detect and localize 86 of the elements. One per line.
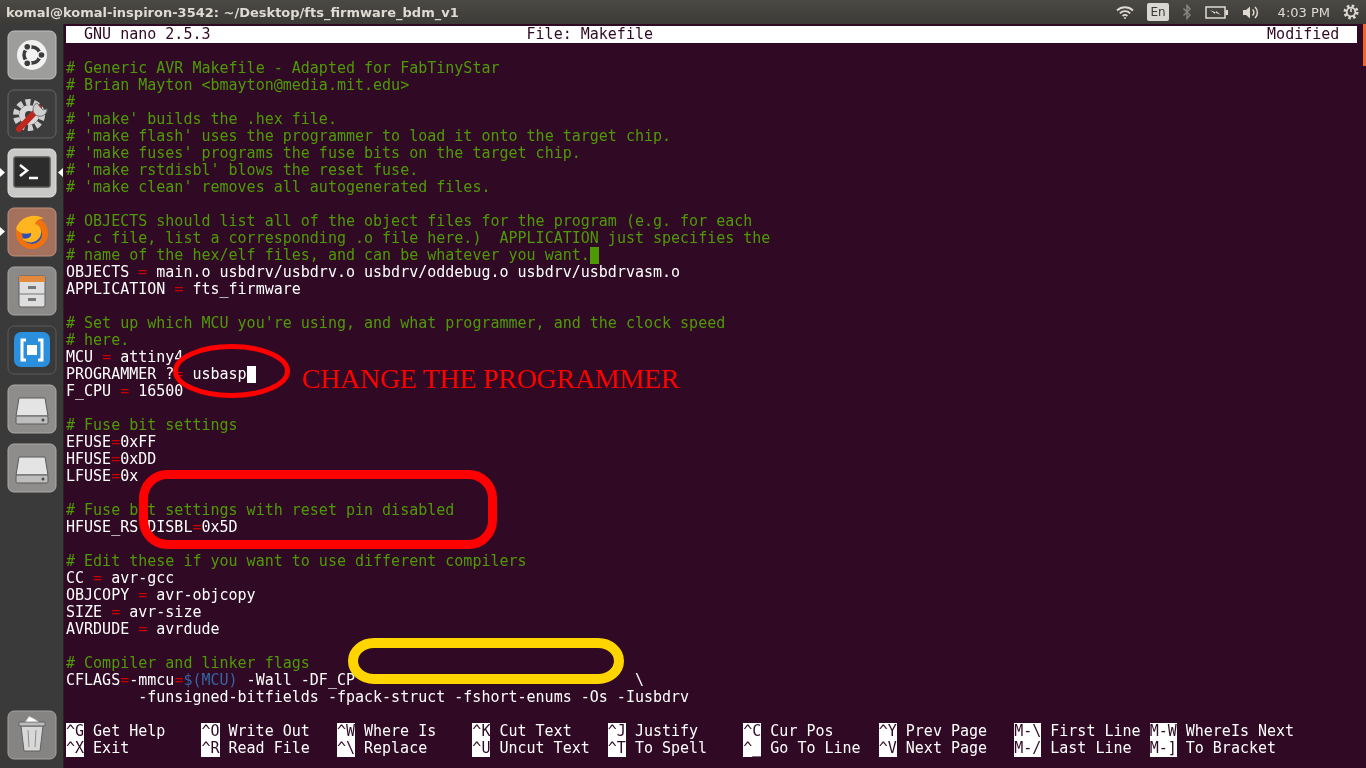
- terminal-icon[interactable]: [6, 148, 57, 198]
- code-line: APPLICATION = fts_firmware: [66, 280, 301, 298]
- shortcut-label: Write Out: [228, 722, 310, 740]
- shortcut-key: ^C: [743, 722, 762, 740]
- code-line: OBJECTS = main.o usbdrv/usbdrv.o usbdrv/oddebug.o usbdrv/usbdrvasm.o: [66, 263, 681, 281]
- code-comment: # 'make rstdisbl' blows the reset fuse.: [66, 161, 419, 179]
- file-name: File: Makefile: [526, 25, 653, 43]
- shortcut-label: Cur Pos: [770, 722, 834, 740]
- globe-icon[interactable]: [6, 207, 57, 257]
- shortcut-key: M-\: [1014, 722, 1042, 740]
- code-line: F_CPU = 16500: [66, 382, 184, 400]
- code-comment: # here.: [66, 331, 130, 349]
- code-line: CC = avr-gcc: [66, 569, 175, 587]
- shortcut-label: Exit: [93, 739, 130, 757]
- shortcut-key: ^G: [66, 722, 85, 740]
- code-line: SIZE = avr-size: [66, 603, 202, 621]
- gear-icon[interactable]: [1343, 4, 1359, 20]
- modified-status: Modified: [1267, 25, 1340, 43]
- clock-time[interactable]: 4:03 PM: [1277, 4, 1330, 20]
- code-comment: # OBJECTS should list all of the object files for the program (e.g. for each: [66, 212, 753, 230]
- disk-drive-icon[interactable]: [6, 384, 57, 434]
- shortcut-label: To Bracket: [1185, 739, 1277, 757]
- code-comment: # 'make clean' removes all autogenerated files.: [66, 178, 491, 196]
- shortcut-label: To Spell: [634, 739, 708, 757]
- file-cabinet-icon[interactable]: [6, 266, 57, 316]
- code-comment: # Compiler and linker flags: [66, 654, 310, 672]
- code-comment: # Generic AVR Makefile - Adapted for FabTinyStar: [66, 59, 500, 77]
- shortcut-key: ^J: [607, 722, 626, 740]
- battery-charging-icon[interactable]: [1204, 5, 1229, 19]
- code-comment: # Brian Mayton <bmayton@media.mit.edu>: [66, 76, 410, 94]
- shortcut-label: WhereIs Next: [1185, 722, 1295, 740]
- shortcut-label: Last Line: [1050, 739, 1132, 757]
- ring-logo-icon[interactable]: [6, 30, 57, 80]
- whitespace-marker-icon: [589, 246, 599, 264]
- code-comment: # .c file, list a corresponding .o file here.) APPLICATION just specifies the: [66, 229, 771, 247]
- code-line: LFUSE=0x: [66, 467, 139, 485]
- shortcut-label: Where Is: [364, 722, 437, 740]
- shortcut-label: Replace: [364, 739, 428, 757]
- bracket-square-icon[interactable]: [6, 325, 57, 375]
- wifi-icon[interactable]: [1116, 5, 1135, 19]
- code-comment: # Fuse b: [66, 501, 139, 519]
- code-line: HFUSE_RS: [66, 518, 139, 536]
- code-comment: # Edit these if you want to use different compilers: [66, 552, 527, 570]
- shortcut-label: Uncut Text: [499, 739, 590, 757]
- shortcut-key: ^K: [472, 722, 491, 740]
- shortcut-key: ^W: [336, 722, 355, 740]
- shortcut-label: Cut Text: [499, 722, 572, 740]
- shortcut-key: ^Y: [878, 722, 897, 740]
- code-comment: # 'make fuses' programs the fuse bits on the target chip.: [66, 144, 581, 162]
- code-comment: t settings with reset pin disabled: [147, 501, 455, 519]
- code-comment: # 'make flash' uses the programmer to load it onto the target chip.: [66, 127, 672, 145]
- code-line: -funsigned-bitfields -fpack-struct -fshort-enums -Os -Iusbdrv: [138, 688, 690, 706]
- code-line: MCU = attiny4: [66, 348, 184, 366]
- code-line: EFUSE=0xFF: [66, 433, 157, 451]
- code-line: HFUSE=0xDD: [66, 450, 157, 468]
- keyboard-layout-indicator[interactable]: En: [1147, 3, 1169, 21]
- code-line: \: [634, 671, 644, 689]
- shortcut-key: ^O: [201, 722, 220, 740]
- trash-icon[interactable]: [6, 710, 57, 760]
- disk-drive-icon[interactable]: [6, 443, 57, 493]
- code-comment: # Fuse bit settings: [66, 416, 238, 434]
- annotation-text: CHANGE THE PROGRAMMER: [302, 364, 680, 393]
- shortcut-key: ^\: [336, 739, 355, 757]
- shortcut-label: First Line: [1050, 722, 1141, 740]
- shortcut-key: ^V: [878, 739, 897, 757]
- editor-version: GNU nano 2.5.3: [84, 25, 212, 43]
- code-comment: #: [66, 93, 76, 111]
- shortcut-key: M-W: [1149, 722, 1177, 740]
- shortcut-label: Go To Line: [770, 739, 861, 757]
- code-line: DISBL=0x5D: [147, 518, 238, 536]
- code-comment: # Set up which MCU you're using, and what programmer, and the clock speed: [66, 314, 726, 332]
- code-line: AVRDUDE = avrdude: [66, 620, 220, 638]
- code-line: OBJCOPY = avr-objcopy: [66, 586, 256, 604]
- wrench-gear-icon[interactable]: [6, 89, 57, 139]
- code-line: CFLAGS=-mmcu=$(MCU) -Wall -DF_CP: [66, 671, 355, 689]
- text-cursor-icon: [246, 365, 256, 383]
- window-title: komal@komal-inspiron-3542: ~/Desktop/fts_firmware_bdm_v1: [6, 4, 459, 20]
- shortcut-label: Justify: [634, 722, 699, 740]
- shortcut-label: Prev Page: [905, 722, 988, 740]
- volume-icon[interactable]: [1241, 4, 1259, 20]
- shortcut-label: Next Page: [905, 739, 988, 757]
- code-comment: # name of the hex/elf files, and can be whatever you want.: [66, 246, 590, 264]
- shortcut-label: Read File: [228, 739, 310, 757]
- shortcut-key: ^T: [607, 739, 626, 757]
- code-comment: # 'make' builds the .hex file.: [66, 110, 337, 128]
- shortcut-label: Get Help: [93, 722, 166, 740]
